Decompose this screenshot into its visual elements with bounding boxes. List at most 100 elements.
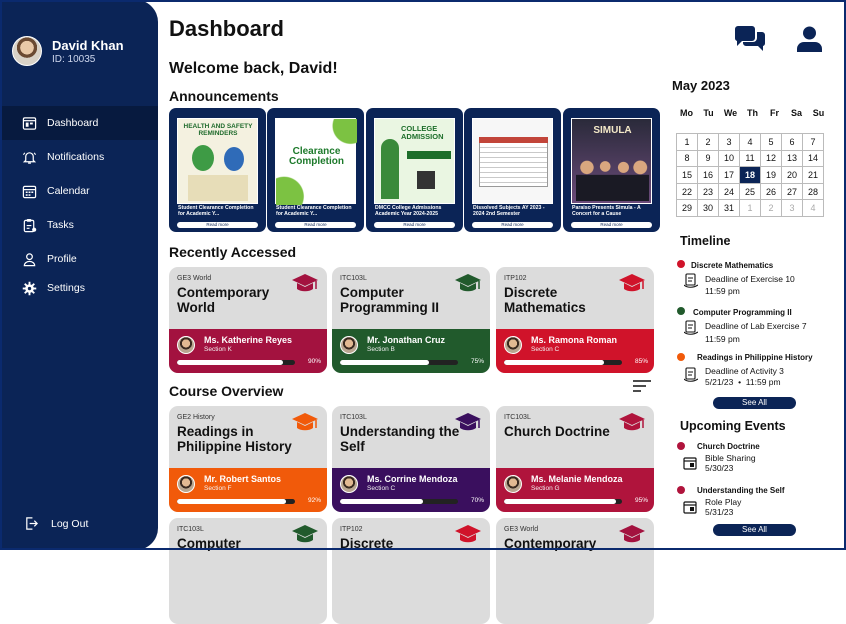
course-card[interactable]: ITP102 Discrete Mathematics Ms. Ramona R… xyxy=(496,267,654,373)
assignment-icon xyxy=(684,320,698,335)
calendar-day-next-month[interactable]: 4 xyxy=(802,199,824,217)
calendar-day-next-month[interactable]: 1 xyxy=(739,199,761,217)
announcement-caption: Dissolved Subjects AY 2023 - 2024 2nd Se… xyxy=(473,205,545,217)
read-more-button[interactable]: Read more xyxy=(472,222,553,228)
timeline-task[interactable]: Deadline of Exercise 10 xyxy=(705,274,795,284)
timeline-task[interactable]: Deadline of Activity 3 xyxy=(705,366,784,376)
calendar-day[interactable]: 14 xyxy=(802,149,824,168)
read-more-button[interactable]: Read more xyxy=(374,222,455,228)
calendar-day[interactable]: 9 xyxy=(697,149,719,168)
user-profile[interactable]: David Khan ID: 10035 xyxy=(12,36,124,66)
course-card[interactable]: ITC103L Computer xyxy=(169,518,327,624)
calendar-day[interactable]: 27 xyxy=(781,182,803,201)
announcement-caption: Student Clearance Completion for Academi… xyxy=(276,205,352,217)
calendar-day[interactable]: 15 xyxy=(676,166,698,184)
course-card[interactable]: ITC103L Understanding the Self Ms. Corri… xyxy=(332,406,490,512)
course-card[interactable]: ITC103L Computer Programming II Mr. Jona… xyxy=(332,267,490,373)
calendar-day[interactable]: 7 xyxy=(802,133,824,151)
teacher-name: Mr. Jonathan Cruz xyxy=(367,335,446,345)
calendar-day[interactable]: 3 xyxy=(718,133,740,151)
calendar-day[interactable]: 1 xyxy=(676,133,698,151)
progress-percent: 95% xyxy=(634,497,648,504)
announcement-card[interactable]: Clearance Completion Student Clearance C… xyxy=(267,108,364,232)
sidebar-item-settings[interactable]: Settings xyxy=(0,276,158,300)
event-name[interactable]: Bible Sharing xyxy=(705,453,756,463)
calendar-day[interactable]: 11 xyxy=(739,149,761,168)
assignment-icon xyxy=(684,367,698,382)
teacher-band: Ms. Corrine Mendoza Section C 70% xyxy=(332,468,490,512)
course-overview-heading: Course Overview xyxy=(169,383,284,399)
teacher-name: Mr. Robert Santos xyxy=(204,474,282,484)
calendar-day[interactable]: 6 xyxy=(781,133,803,151)
calendar-day-today[interactable]: 18 xyxy=(739,166,761,184)
timeline-task[interactable]: Deadline of Lab Exercise 7 xyxy=(705,321,807,331)
announcement-card[interactable]: Dissolved Subjects AY 2023 - 2024 2nd Se… xyxy=(464,108,561,232)
sidebar-item-label: Tasks xyxy=(47,219,74,231)
calendar-day[interactable]: 24 xyxy=(718,182,740,201)
calendar-day[interactable]: 20 xyxy=(781,166,803,184)
calendar-day[interactable]: 26 xyxy=(760,182,782,201)
calendar-day[interactable]: 16 xyxy=(697,166,719,184)
chat-icon[interactable] xyxy=(734,26,766,52)
account-icon[interactable] xyxy=(796,26,823,52)
course-card[interactable]: GE2 History Readings in Philippine Histo… xyxy=(169,406,327,512)
user-icon xyxy=(23,252,36,266)
announcement-image: Clearance Completion xyxy=(275,118,357,205)
calendar-day[interactable]: 31 xyxy=(718,199,740,217)
calendar-day[interactable]: 28 xyxy=(802,182,824,201)
sidebar-item-profile[interactable]: Profile xyxy=(0,242,158,276)
section-label: Section K xyxy=(204,346,232,353)
calendar-day-next-month[interactable]: 3 xyxy=(781,199,803,217)
dashboard-icon xyxy=(22,116,37,130)
teacher-band: Ms. Ramona Roman Section C 85% xyxy=(496,329,654,373)
sidebar-item-tasks[interactable]: Tasks xyxy=(0,208,158,242)
read-more-button[interactable]: Read more xyxy=(571,222,652,228)
calendar-day[interactable]: 23 xyxy=(697,182,719,201)
read-more-button[interactable]: Read more xyxy=(177,222,258,228)
graduation-cap-icon xyxy=(619,413,645,431)
event-name[interactable]: Role Play xyxy=(705,497,741,507)
calendar-day-next-month[interactable]: 2 xyxy=(760,199,782,217)
sidebar-item-notifications[interactable]: Notifications xyxy=(0,140,158,174)
calendar-day[interactable]: 25 xyxy=(739,182,761,201)
sort-icon[interactable] xyxy=(632,379,652,393)
graduation-cap-icon xyxy=(455,274,481,292)
calendar-day[interactable]: 29 xyxy=(676,199,698,217)
announcement-caption: Paraiso Presents Simula - A Concert for … xyxy=(572,205,641,217)
calendar-day[interactable]: 12 xyxy=(760,149,782,168)
events-see-all-button[interactable]: See All xyxy=(713,524,796,536)
calendar-day[interactable]: 10 xyxy=(718,149,740,168)
announcement-card[interactable]: COLLEGE ADMISSION DMCC College Admission… xyxy=(366,108,463,232)
course-card[interactable]: ITC103L Church Doctrine Ms. Melanie Mend… xyxy=(496,406,654,512)
logout-button[interactable]: Log Out xyxy=(24,516,88,531)
announcement-card[interactable]: SIMULA Paraiso Presents Simula - A Conce… xyxy=(563,108,660,232)
calendar-day[interactable]: 17 xyxy=(718,166,740,184)
upcoming-events-heading: Upcoming Events xyxy=(680,419,786,433)
course-card[interactable]: GE3 World Contemporary World Ms. Katheri… xyxy=(169,267,327,373)
read-more-button[interactable]: Read more xyxy=(275,222,356,228)
calendar-day[interactable]: 8 xyxy=(676,149,698,168)
calendar-grid: 1 2 3 4 5 6 7 8 9 10 11 12 13 14 15 16 1… xyxy=(676,133,824,217)
announcement-card[interactable]: HEALTH AND SAFETY REMINDERS Student Clea… xyxy=(169,108,266,232)
calendar-day[interactable]: 22 xyxy=(676,182,698,201)
calendar-day[interactable]: 19 xyxy=(760,166,782,184)
calendar-day[interactable]: 21 xyxy=(802,166,824,184)
timeline-see-all-button[interactable]: See All xyxy=(713,397,796,409)
teacher-name: Ms. Katherine Reyes xyxy=(204,335,293,345)
course-card[interactable]: ITP102 Discrete xyxy=(332,518,490,624)
course-color-dot xyxy=(677,486,685,494)
calendar-day[interactable]: 13 xyxy=(781,149,803,168)
sidebar-item-dashboard[interactable]: Dashboard xyxy=(0,106,158,140)
calendar-day[interactable]: 4 xyxy=(739,133,761,151)
calendar-day[interactable]: 5 xyxy=(760,133,782,151)
progress-percent: 75% xyxy=(470,358,484,365)
course-name: Readings in Philippine History xyxy=(177,424,292,454)
calendar-day[interactable]: 30 xyxy=(697,199,719,217)
poster-title: SIMULA xyxy=(593,125,632,136)
sidebar: David Khan ID: 10035 Dashboard Notificat… xyxy=(0,0,158,550)
event-date: 5/30/23 xyxy=(705,463,734,473)
course-name: Computer Programming II xyxy=(340,285,440,315)
course-card[interactable]: GE3 World Contemporary xyxy=(496,518,654,624)
calendar-day[interactable]: 2 xyxy=(697,133,719,151)
sidebar-item-calendar[interactable]: Calendar xyxy=(0,174,158,208)
